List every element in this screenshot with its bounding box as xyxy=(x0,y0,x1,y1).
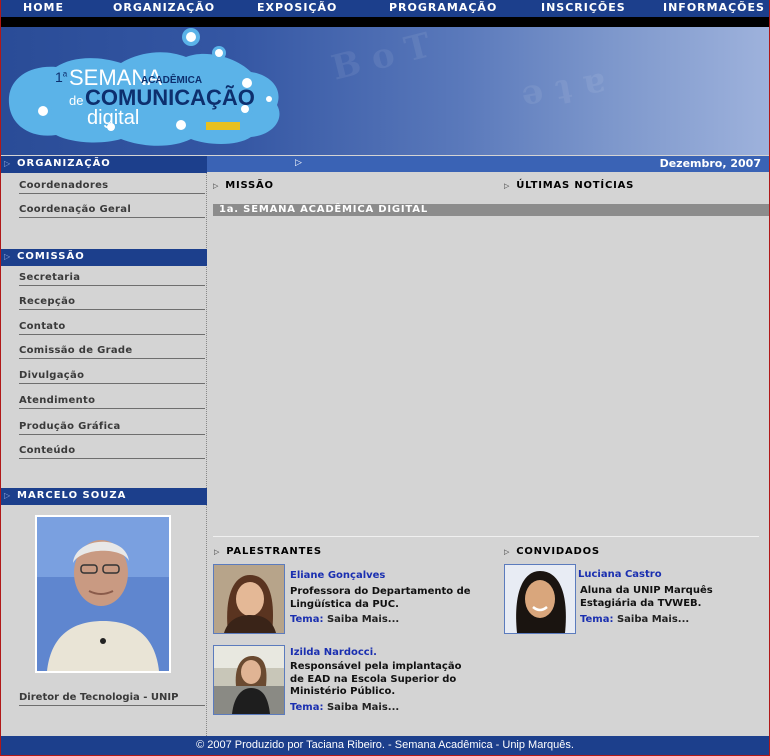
divider xyxy=(213,536,759,537)
triangle-icon: ▷ xyxy=(504,182,511,190)
saiba-mais-link[interactable]: Saiba Mais... xyxy=(327,614,399,625)
triangle-icon: ▷ xyxy=(214,548,221,556)
section-missao: ▷ MISSÃO xyxy=(213,180,274,191)
sidebar: ▷ ORGANIZAÇÃO Coordenadores Coordenação … xyxy=(1,156,207,736)
sidebar-link-coordenadores[interactable]: Coordenadores xyxy=(19,180,205,194)
nav-organizacao[interactable]: ORGANIZAÇÃO xyxy=(113,1,215,14)
sidebar-link-label: Secretaria xyxy=(19,272,81,283)
triangle-icon: ▷ xyxy=(504,548,511,556)
sidebar-link-recepcao[interactable]: Recepção xyxy=(19,296,205,310)
sidebar-header-comissao: ▷ COMISSÃO xyxy=(1,249,207,266)
sidebar-link-comissao-de-grade[interactable]: Comissão de Grade xyxy=(19,345,205,359)
tema-label: Tema: xyxy=(290,614,324,625)
sidebar-header-label: ORGANIZAÇÃO xyxy=(17,158,111,169)
sidebar-link-label: Contato xyxy=(19,321,66,332)
page: HOME ORGANIZAÇÃO EXPOSIÇÃO PROGRAMAÇÃO I… xyxy=(1,0,769,755)
nav-programacao[interactable]: PROGRAMAÇÃO xyxy=(389,1,497,14)
nav-informacoes[interactable]: INFORMAÇÕES xyxy=(663,1,765,14)
banner-decoration: ǝ ʇ ɐ xyxy=(518,60,608,114)
sidebar-link-contato[interactable]: Contato xyxy=(19,321,205,335)
header-strip xyxy=(1,17,769,27)
speaker-name-eliane[interactable]: Eliane Gonçalves xyxy=(290,570,385,581)
guest-desc-luciana-1: Aluna da UNIP Marquês xyxy=(580,585,713,596)
izilda-nardocci-photo[interactable] xyxy=(213,645,285,715)
semana-digital-label: 1a. SEMANA ACADÊMICA DIGITAL xyxy=(219,204,428,215)
sidebar-link-label: Produção Gráfica xyxy=(19,421,121,432)
sidebar-link-label: Conteúdo xyxy=(19,445,76,456)
sidebar-link-label: Coordenação Geral xyxy=(19,204,132,215)
section-convidados-label: CONVIDADOS xyxy=(516,546,600,557)
section-palestrantes-label: PALESTRANTES xyxy=(226,546,322,557)
date-label: Dezembro, 2007 xyxy=(659,157,761,170)
logo-digital: digital xyxy=(87,107,140,129)
eliane-goncalves-photo[interactable] xyxy=(213,564,285,634)
speaker-name-izilda[interactable]: Izilda Nardocci. xyxy=(290,647,377,658)
triangle-icon: ▷ xyxy=(4,159,12,168)
speaker-tema-izilda: Tema: Saiba Mais... xyxy=(290,702,399,713)
sidebar-link-label: Atendimento xyxy=(19,395,96,406)
sidebar-link-divulgacao[interactable]: Divulgação xyxy=(19,370,205,384)
nav-inscricoes[interactable]: INSCRIÇÕES xyxy=(541,1,626,14)
speaker-desc-izilda: Responsável pela implantação de EAD na E… xyxy=(290,661,462,697)
speaker-tema-eliane: Tema: Saiba Mais... xyxy=(290,614,399,625)
semana-digital-bar: 1a. SEMANA ACADÊMICA DIGITAL xyxy=(213,204,769,216)
triangle-icon: ▷ xyxy=(4,252,12,261)
sidebar-link-coordenacao-geral[interactable]: Coordenação Geral xyxy=(19,204,205,218)
sidebar-link-label: Divulgação xyxy=(19,370,85,381)
sidebar-link-conteudo[interactable]: Conteúdo xyxy=(19,445,205,459)
logo-number: 1a xyxy=(55,69,68,85)
luciana-castro-photo[interactable] xyxy=(504,564,576,634)
triangle-icon: ▷ xyxy=(213,182,220,190)
sidebar-link-label: Comissão de Grade xyxy=(19,345,133,356)
section-ultimas-noticias: ▷ ÚLTIMAS NOTÍCIAS xyxy=(504,180,634,191)
banner: B o T ǝ ʇ ɐ 1a SEMANA ACADÊMICA de COMUN… xyxy=(1,27,769,155)
marcelo-souza-caption: Diretor de Tecnologia - UNIP xyxy=(19,692,205,706)
section-missao-label: MISSÃO xyxy=(225,180,274,191)
top-navigation: HOME ORGANIZAÇÃO EXPOSIÇÃO PROGRAMAÇÃO I… xyxy=(1,0,769,17)
guest-desc-luciana-2: Estagiária da TVWEB. xyxy=(580,598,702,609)
logo-de: de xyxy=(69,93,84,108)
arrow-icon: ▷ xyxy=(295,158,302,168)
sidebar-header-label: MARCELO SOUZA xyxy=(17,490,127,501)
triangle-icon: ▷ xyxy=(4,491,12,500)
guest-tema-luciana: Tema: Saiba Mais... xyxy=(580,614,689,625)
saiba-mais-link[interactable]: Saiba Mais... xyxy=(327,702,399,713)
section-noticias-label: ÚLTIMAS NOTÍCIAS xyxy=(516,180,635,191)
sidebar-link-label: Recepção xyxy=(19,296,76,307)
saiba-mais-link[interactable]: Saiba Mais... xyxy=(617,614,689,625)
sidebar-header-marcelo-souza: ▷ MARCELO SOUZA xyxy=(1,488,207,505)
date-bar: ▷ Dezembro, 2007 xyxy=(207,156,769,172)
guest-name-luciana[interactable]: Luciana Castro xyxy=(578,569,662,580)
marcelo-souza-photo xyxy=(35,515,171,673)
sidebar-link-label: Coordenadores xyxy=(19,180,109,191)
nav-home[interactable]: HOME xyxy=(23,1,64,14)
footer: © 2007 Produzido por Taciana Ribeiro. - … xyxy=(1,736,769,755)
sidebar-link-secretaria[interactable]: Secretaria xyxy=(19,272,205,286)
sidebar-link-producao-grafica[interactable]: Produção Gráfica xyxy=(19,421,205,435)
nav-exposicao[interactable]: EXPOSIÇÃO xyxy=(257,1,337,14)
sidebar-link-atendimento[interactable]: Atendimento xyxy=(19,395,205,409)
sidebar-header-label: COMISSÃO xyxy=(17,251,85,262)
tema-label: Tema: xyxy=(290,702,324,713)
tema-label: Tema: xyxy=(580,614,614,625)
banner-decoration: B o T xyxy=(327,27,435,89)
section-convidados: ▷ CONVIDADOS xyxy=(504,546,600,557)
speaker-desc-eliane: Professora do Departamento de Lingüístic… xyxy=(290,586,471,610)
section-palestrantes: ▷ PALESTRANTES xyxy=(214,546,322,557)
sidebar-header-organizacao: ▷ ORGANIZAÇÃO xyxy=(1,156,207,173)
